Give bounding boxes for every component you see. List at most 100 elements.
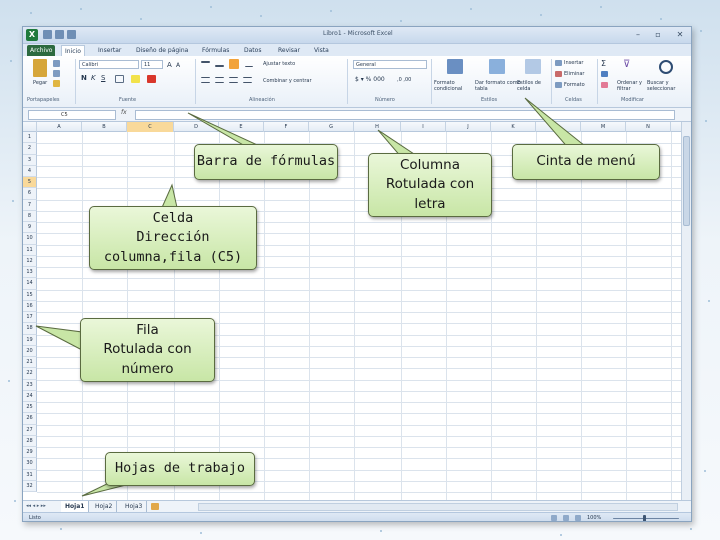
clear-icon[interactable] — [601, 82, 608, 88]
autosum-icon[interactable]: Σ — [601, 59, 606, 68]
zoom-level[interactable]: 100% — [587, 515, 601, 521]
row-header-27[interactable]: 27 — [23, 424, 37, 436]
sheet-tab-hoja3[interactable]: Hoja3 — [121, 501, 148, 512]
zoom-slider[interactable] — [613, 518, 679, 519]
align-right-icon[interactable] — [229, 77, 238, 83]
find-icon[interactable] — [659, 60, 673, 74]
format-table-button[interactable]: Dar formato como tabla — [475, 80, 521, 92]
undo-icon[interactable] — [55, 30, 64, 39]
row-header-21[interactable]: 21 — [23, 357, 37, 369]
column-header-i[interactable]: I — [401, 122, 446, 132]
row-header-3[interactable]: 3 — [23, 154, 37, 166]
row-header-14[interactable]: 14 — [23, 278, 37, 290]
align-center-icon[interactable] — [215, 77, 224, 83]
cell-styles-button[interactable]: Estilos de celda — [517, 80, 549, 92]
insert-cells-icon[interactable] — [555, 60, 562, 66]
tab-data[interactable]: Datos — [241, 45, 264, 56]
row-header-6[interactable]: 6 — [23, 188, 37, 200]
insert-cells-button[interactable]: Insertar — [564, 60, 583, 66]
save-icon[interactable] — [43, 30, 52, 39]
row-header-11[interactable]: 11 — [23, 244, 37, 256]
column-header-a[interactable]: A — [37, 122, 82, 132]
vertical-scrollbar[interactable] — [681, 122, 691, 500]
grow-font-icon[interactable]: A — [167, 61, 172, 69]
maximize-button[interactable]: ▫ — [649, 29, 667, 41]
row-header-1[interactable]: 1 — [23, 132, 37, 144]
zoom-slider-thumb[interactable] — [643, 515, 646, 521]
name-box[interactable]: C5 — [28, 110, 116, 120]
column-header-k[interactable]: K — [491, 122, 536, 132]
insert-function-icon[interactable]: fx — [121, 109, 127, 116]
decrease-indent-icon[interactable] — [243, 77, 252, 83]
copy-icon[interactable] — [53, 70, 60, 77]
tab-file[interactable]: Archivo — [27, 45, 56, 56]
column-header-h[interactable]: H — [354, 122, 401, 132]
merge-center-button[interactable]: Combinar y centrar — [263, 78, 312, 84]
column-header-f[interactable]: F — [264, 122, 309, 132]
row-header-8[interactable]: 8 — [23, 210, 37, 222]
minimize-button[interactable]: – — [629, 29, 647, 41]
row-header-30[interactable]: 30 — [23, 458, 37, 470]
select-all-corner[interactable] — [23, 122, 37, 132]
row-header-5[interactable]: 5 — [23, 177, 37, 189]
tab-view[interactable]: Vista — [311, 45, 332, 56]
row-header-9[interactable]: 9 — [23, 222, 37, 234]
row-header-15[interactable]: 15 — [23, 289, 37, 301]
tab-insert[interactable]: Insertar — [95, 45, 124, 56]
row-header-12[interactable]: 12 — [23, 255, 37, 267]
number-format-select[interactable]: General — [353, 60, 427, 69]
new-sheet-icon[interactable] — [151, 503, 159, 510]
row-header-4[interactable]: 4 — [23, 165, 37, 177]
sheet-tab-hoja2[interactable]: Hoja2 — [91, 501, 118, 512]
align-top-icon[interactable] — [201, 61, 210, 63]
row-header-25[interactable]: 25 — [23, 402, 37, 414]
row-header-28[interactable]: 28 — [23, 435, 37, 447]
orientation-icon[interactable] — [245, 61, 253, 67]
cut-icon[interactable] — [53, 60, 60, 67]
column-header-l[interactable]: L — [536, 122, 581, 132]
page-layout-view-icon[interactable] — [563, 515, 569, 521]
row-header-31[interactable]: 31 — [23, 469, 37, 481]
tab-page-layout[interactable]: Diseño de página — [133, 45, 191, 56]
tab-formulas[interactable]: Fórmulas — [199, 45, 232, 56]
shrink-font-icon[interactable]: A — [176, 62, 180, 69]
bold-button[interactable]: N — [81, 74, 87, 82]
row-header-24[interactable]: 24 — [23, 390, 37, 402]
column-header-n[interactable]: N — [626, 122, 671, 132]
column-header-b[interactable]: B — [82, 122, 127, 132]
align-left-icon[interactable] — [201, 77, 210, 83]
underline-button[interactable]: S — [101, 74, 105, 82]
row-header-26[interactable]: 26 — [23, 413, 37, 425]
page-break-view-icon[interactable] — [575, 515, 581, 521]
row-header-32[interactable]: 32 — [23, 480, 37, 492]
row-header-10[interactable]: 10 — [23, 233, 37, 245]
conditional-format-icon[interactable] — [447, 59, 463, 74]
currency-icon[interactable]: $ ▾ % 000 — [355, 76, 385, 83]
row-header-7[interactable]: 7 — [23, 199, 37, 211]
font-color-icon[interactable] — [147, 75, 156, 83]
paste-icon[interactable] — [33, 59, 47, 77]
sheet-tab-hoja1[interactable]: Hoja1 — [61, 501, 90, 512]
font-name-select[interactable]: Calibri — [79, 60, 139, 69]
row-header-2[interactable]: 2 — [23, 143, 37, 155]
conditional-format-button[interactable]: Formato condicional — [434, 80, 478, 92]
column-header-g[interactable]: G — [309, 122, 354, 132]
column-header-c[interactable]: C — [127, 122, 174, 132]
column-header-m[interactable]: M — [581, 122, 626, 132]
italic-button[interactable]: K — [91, 74, 96, 82]
row-header-29[interactable]: 29 — [23, 447, 37, 459]
column-header-e[interactable]: E — [219, 122, 264, 132]
borders-icon[interactable] — [115, 75, 124, 83]
tab-review[interactable]: Revisar — [275, 45, 303, 56]
cell-styles-icon[interactable] — [525, 59, 541, 74]
format-cells-icon[interactable] — [555, 82, 562, 88]
align-bottom-icon[interactable] — [229, 59, 239, 69]
row-header-23[interactable]: 23 — [23, 379, 37, 391]
normal-view-icon[interactable] — [551, 515, 557, 521]
formula-input[interactable] — [135, 110, 675, 120]
row-header-13[interactable]: 13 — [23, 267, 37, 279]
format-table-icon[interactable] — [489, 59, 505, 74]
wrap-text-button[interactable]: Ajustar texto — [263, 61, 295, 67]
close-button[interactable]: ✕ — [671, 29, 689, 41]
format-cells-button[interactable]: Formato — [564, 82, 585, 88]
